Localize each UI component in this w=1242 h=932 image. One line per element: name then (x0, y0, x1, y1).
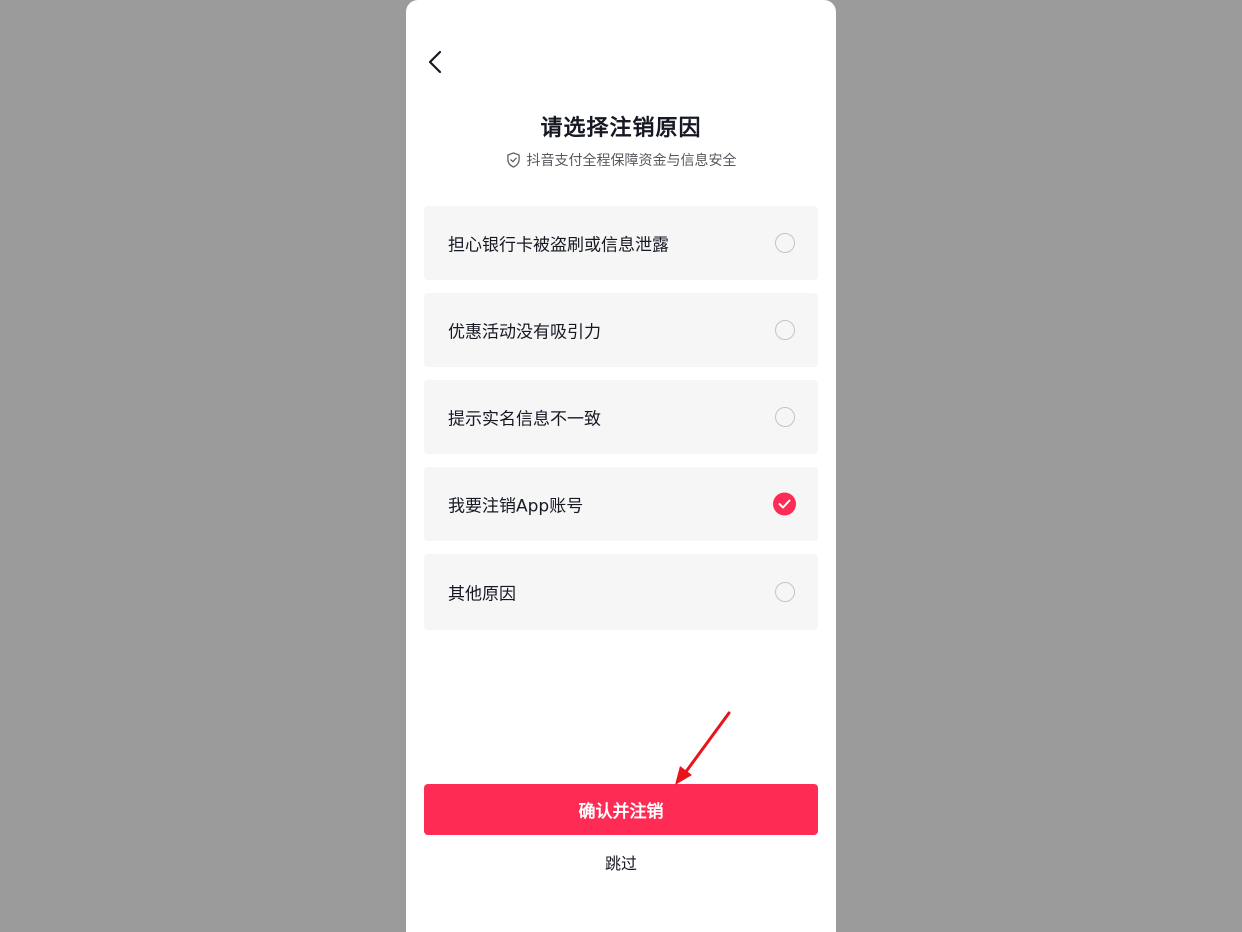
phone-screen: 请选择注销原因 抖音支付全程保障资金与信息安全 担心银行卡被盗刷或信息泄露 优惠… (406, 0, 836, 932)
skip-link[interactable]: 跳过 (406, 850, 836, 874)
confirm-cancel-button[interactable]: 确认并注销 (424, 784, 818, 835)
radio-unchecked-icon[interactable] (775, 407, 795, 427)
reason-option-label: 其他原因 (448, 584, 516, 605)
page-title: 请选择注销原因 (540, 116, 702, 141)
reason-option-label: 优惠活动没有吸引力 (448, 322, 601, 343)
reason-option[interactable]: 其他原因 (424, 554, 818, 630)
radio-unchecked-icon[interactable] (775, 320, 795, 340)
reason-option[interactable]: 担心银行卡被盗刷或信息泄露 (424, 206, 818, 280)
reason-option-label: 提示实名信息不一致 (448, 409, 601, 430)
shield-check-icon (506, 152, 520, 168)
reason-option-selected[interactable]: 我要注销App账号 (424, 467, 818, 541)
security-note-text: 抖音支付全程保障资金与信息安全 (526, 153, 737, 169)
chevron-left-icon (428, 50, 442, 74)
radio-unchecked-icon[interactable] (775, 233, 795, 253)
security-note: 抖音支付全程保障资金与信息安全 (406, 150, 836, 170)
radio-checked-icon[interactable] (773, 492, 796, 516)
reason-option-label: 担心银行卡被盗刷或信息泄露 (448, 235, 669, 256)
reason-option-label: 我要注销App账号 (448, 496, 584, 517)
back-button[interactable] (420, 46, 452, 78)
reason-option[interactable]: 提示实名信息不一致 (424, 380, 818, 454)
radio-unchecked-icon[interactable] (775, 582, 795, 602)
reason-list: 担心银行卡被盗刷或信息泄露 优惠活动没有吸引力 提示实名信息不一致 我要注销Ap… (424, 206, 818, 643)
reason-option[interactable]: 优惠活动没有吸引力 (424, 293, 818, 367)
